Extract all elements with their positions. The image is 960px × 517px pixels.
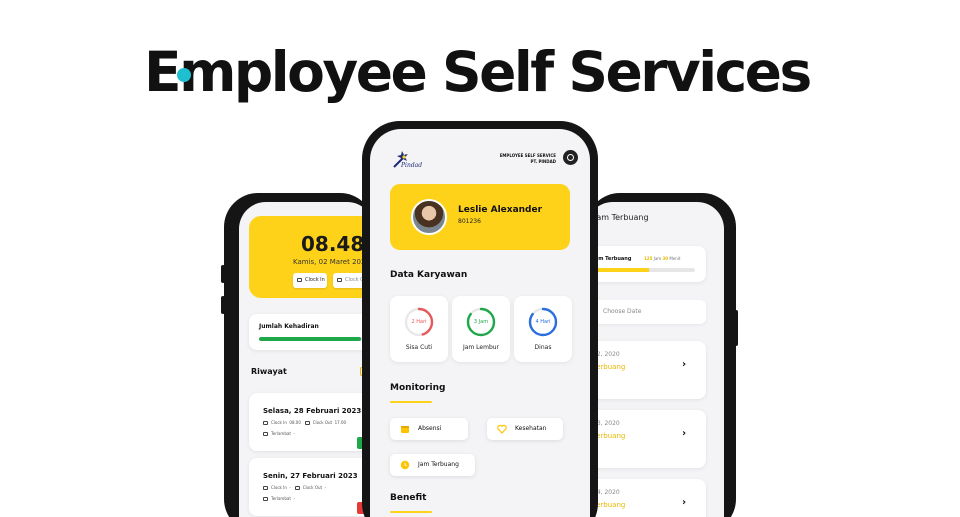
attendance-progress-fill xyxy=(259,337,361,341)
profile-name: Leslie Alexander xyxy=(458,205,543,215)
history-title: Riwayat xyxy=(251,367,287,376)
jam-terbuang-button[interactable]: Jam Terbuang xyxy=(390,454,475,476)
clock-out-icon xyxy=(304,421,310,425)
stat-card-duty[interactable]: 4 Hari Dinas xyxy=(514,296,572,362)
stat-value: 4 Hari xyxy=(535,319,551,325)
avatar xyxy=(411,199,447,235)
overtime-screen: Jam Terbuang Jam Terbuang 125 Jam 30 Men… xyxy=(586,202,724,517)
clock-in-icon xyxy=(297,277,302,282)
chevron-right-icon[interactable]: › xyxy=(682,359,686,370)
history-clock-out-time: - xyxy=(324,485,327,490)
headline-dot xyxy=(177,68,191,82)
overtime-minutes: 30 xyxy=(662,256,669,261)
history-date: Senin, 27 Februari 2023 xyxy=(263,472,358,480)
attendance-label: Jumlah Kehadiran xyxy=(259,323,319,330)
clock-in-icon xyxy=(263,421,268,425)
history-clock-out-time: 17.00 xyxy=(334,420,347,425)
overtime-progress-bar xyxy=(593,268,695,272)
chevron-right-icon[interactable]: › xyxy=(682,497,686,508)
history-card[interactable]: Senin, 27 Februari 2023 Clock In - Clock… xyxy=(249,458,374,516)
absensi-button[interactable]: Absensi xyxy=(390,418,468,440)
section-underline xyxy=(390,511,432,513)
history-date: Selasa, 28 Februari 2023 xyxy=(263,407,362,415)
app-label-line2: PT. PINDAD xyxy=(530,159,556,164)
history-location-row: Terlambat - xyxy=(263,496,295,501)
profile-card[interactable]: Leslie Alexander 801236 xyxy=(390,184,570,250)
current-time: 08.48 xyxy=(301,232,365,256)
section-title-data: Data Karyawan xyxy=(390,270,468,280)
stat-card-overtime[interactable]: 3 Jam Jam Lembur xyxy=(452,296,510,362)
attendance-progress-bar xyxy=(259,337,374,341)
history-clock-in-label: Clock In xyxy=(271,420,287,425)
history-location: Terlambat xyxy=(271,496,291,501)
section-underline xyxy=(390,401,432,403)
heart-icon xyxy=(497,424,507,434)
history-clock-out-label: Clock Out xyxy=(312,420,333,425)
history-card[interactable]: Selasa, 28 Februari 2023 Clock In 08.00 … xyxy=(249,393,374,451)
profile-id: 801236 xyxy=(458,218,481,225)
history-clock-in-time: - xyxy=(289,485,291,490)
screen-title: Jam Terbuang xyxy=(594,213,649,222)
phone-center: Pindad EMPLOYEE SELF SERVICE PT. PINDAD … xyxy=(362,121,598,517)
section-title-benefit: Benefit xyxy=(390,493,427,503)
history-clock-row: Clock In 08.00 Clock Out 17.00 xyxy=(263,420,346,425)
history-dash: - xyxy=(293,496,295,501)
clock-card: 08.48 Kamis, 02 Maret 2023 Clock In Cloc… xyxy=(249,216,374,298)
stat-card-leave[interactable]: 2 Hari Sisa Cuti xyxy=(390,296,448,362)
overtime-progress-fill xyxy=(593,268,650,272)
overtime-entry[interactable]: 12, 2020 Terbuang › xyxy=(586,341,706,399)
attendance-screen: 08.48 Kamis, 02 Maret 2023 Clock In Cloc… xyxy=(239,202,374,517)
absensi-label: Absensi xyxy=(418,425,442,432)
attendance-card[interactable]: Jumlah Kehadiran xyxy=(249,314,374,350)
phone-right: Jam Terbuang Jam Terbuang 125 Jam 30 Men… xyxy=(586,193,736,517)
choose-date-field[interactable]: Choose Date xyxy=(586,300,706,324)
calendar-icon xyxy=(401,426,409,433)
kesehatan-label: Kesehatan xyxy=(515,425,547,432)
overtime-hours-unit: Jam xyxy=(653,256,662,261)
history-clock-out-label: Clock Out xyxy=(302,485,323,490)
history-location-row: Terlambat - xyxy=(263,431,295,436)
overtime-entry[interactable]: 14, 2020 Terbuang › xyxy=(586,479,706,517)
kesehatan-button[interactable]: Kesehatan xyxy=(487,418,563,440)
jam-terbuang-label: Jam Terbuang xyxy=(418,461,459,468)
location-icon xyxy=(263,432,268,436)
headline: Employee Self Services xyxy=(144,40,812,104)
history-clock-in-time: 08.00 xyxy=(289,420,301,425)
overtime-summary-value: 125 Jam 30 Menit xyxy=(644,256,680,261)
history-clock-in-label: Clock In xyxy=(271,485,287,490)
stat-value: 3 Jam xyxy=(473,319,489,325)
history-clock-row: Clock In - Clock Out - xyxy=(263,485,326,490)
stat-value: 2 Hari xyxy=(411,319,427,325)
clock-in-label: Clock In xyxy=(305,277,325,283)
clock-in-icon xyxy=(263,486,268,490)
clock-in-button[interactable]: Clock In xyxy=(293,273,327,288)
app-label: EMPLOYEE SELF SERVICE PT. PINDAD xyxy=(500,153,556,165)
promo-stage: Employee Self Services 08.48 Kamis, 02 M… xyxy=(0,0,960,517)
home-screen: Pindad EMPLOYEE SELF SERVICE PT. PINDAD … xyxy=(370,129,590,517)
phone-left: 08.48 Kamis, 02 Maret 2023 Clock In Cloc… xyxy=(224,193,374,517)
history-dash: - xyxy=(293,431,295,436)
clock-out-icon xyxy=(294,486,300,490)
clock-icon xyxy=(400,460,410,470)
section-title-monitoring: Monitoring xyxy=(390,383,446,393)
account-icon[interactable] xyxy=(563,150,578,165)
stat-label: Dinas xyxy=(534,344,552,351)
overtime-minutes-unit: Menit xyxy=(669,256,681,261)
overtime-entry[interactable]: 13, 2020 Terbuang › xyxy=(586,410,706,468)
stat-label: Jam Lembur xyxy=(462,344,500,351)
current-date: Kamis, 02 Maret 2023 xyxy=(293,258,370,266)
chevron-right-icon[interactable]: › xyxy=(682,428,686,439)
location-icon xyxy=(263,497,268,501)
overtime-summary-card: Jam Terbuang 125 Jam 30 Menit xyxy=(586,246,706,282)
overtime-hours: 125 xyxy=(644,256,653,261)
history-location: Terlambat xyxy=(271,431,291,436)
clock-out-icon xyxy=(337,277,342,282)
stat-label: Sisa Cuti xyxy=(405,344,433,351)
overtime-summary-label: Jam Terbuang xyxy=(593,256,632,262)
logo-text: Pindad xyxy=(401,162,423,169)
